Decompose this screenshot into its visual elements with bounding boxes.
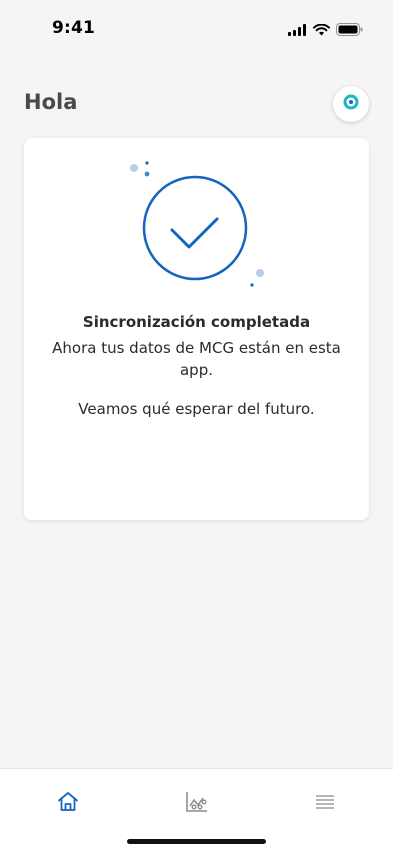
- check-circle-icon: [130, 161, 264, 287]
- chart-icon: [184, 792, 210, 819]
- status-bar: 9:41: [0, 0, 393, 54]
- home-indicator: [127, 839, 266, 844]
- sync-success-illustration: [122, 156, 272, 296]
- nav-home[interactable]: [55, 789, 81, 815]
- signal-icon: [288, 21, 307, 40]
- wifi-icon: [313, 21, 330, 40]
- nav-charts[interactable]: [184, 789, 210, 815]
- profile-ring-icon: [342, 93, 360, 115]
- status-time: 9:41: [52, 18, 96, 38]
- sync-card: Sincronización completada Ahora tus dato…: [24, 138, 369, 520]
- home-icon: [55, 792, 81, 819]
- nav-menu[interactable]: [312, 789, 338, 815]
- status-icons: [288, 21, 363, 40]
- sync-future-text: Veamos qué esperar del futuro.: [78, 400, 315, 418]
- profile-button[interactable]: [333, 86, 369, 122]
- menu-icon: [312, 795, 338, 819]
- header: Hola: [24, 86, 369, 122]
- page-title: Hola: [24, 90, 78, 114]
- sync-description: Ahora tus datos de MCG están en esta app…: [52, 339, 341, 379]
- sync-title: Sincronización completada: [82, 313, 311, 331]
- battery-icon: [336, 21, 363, 40]
